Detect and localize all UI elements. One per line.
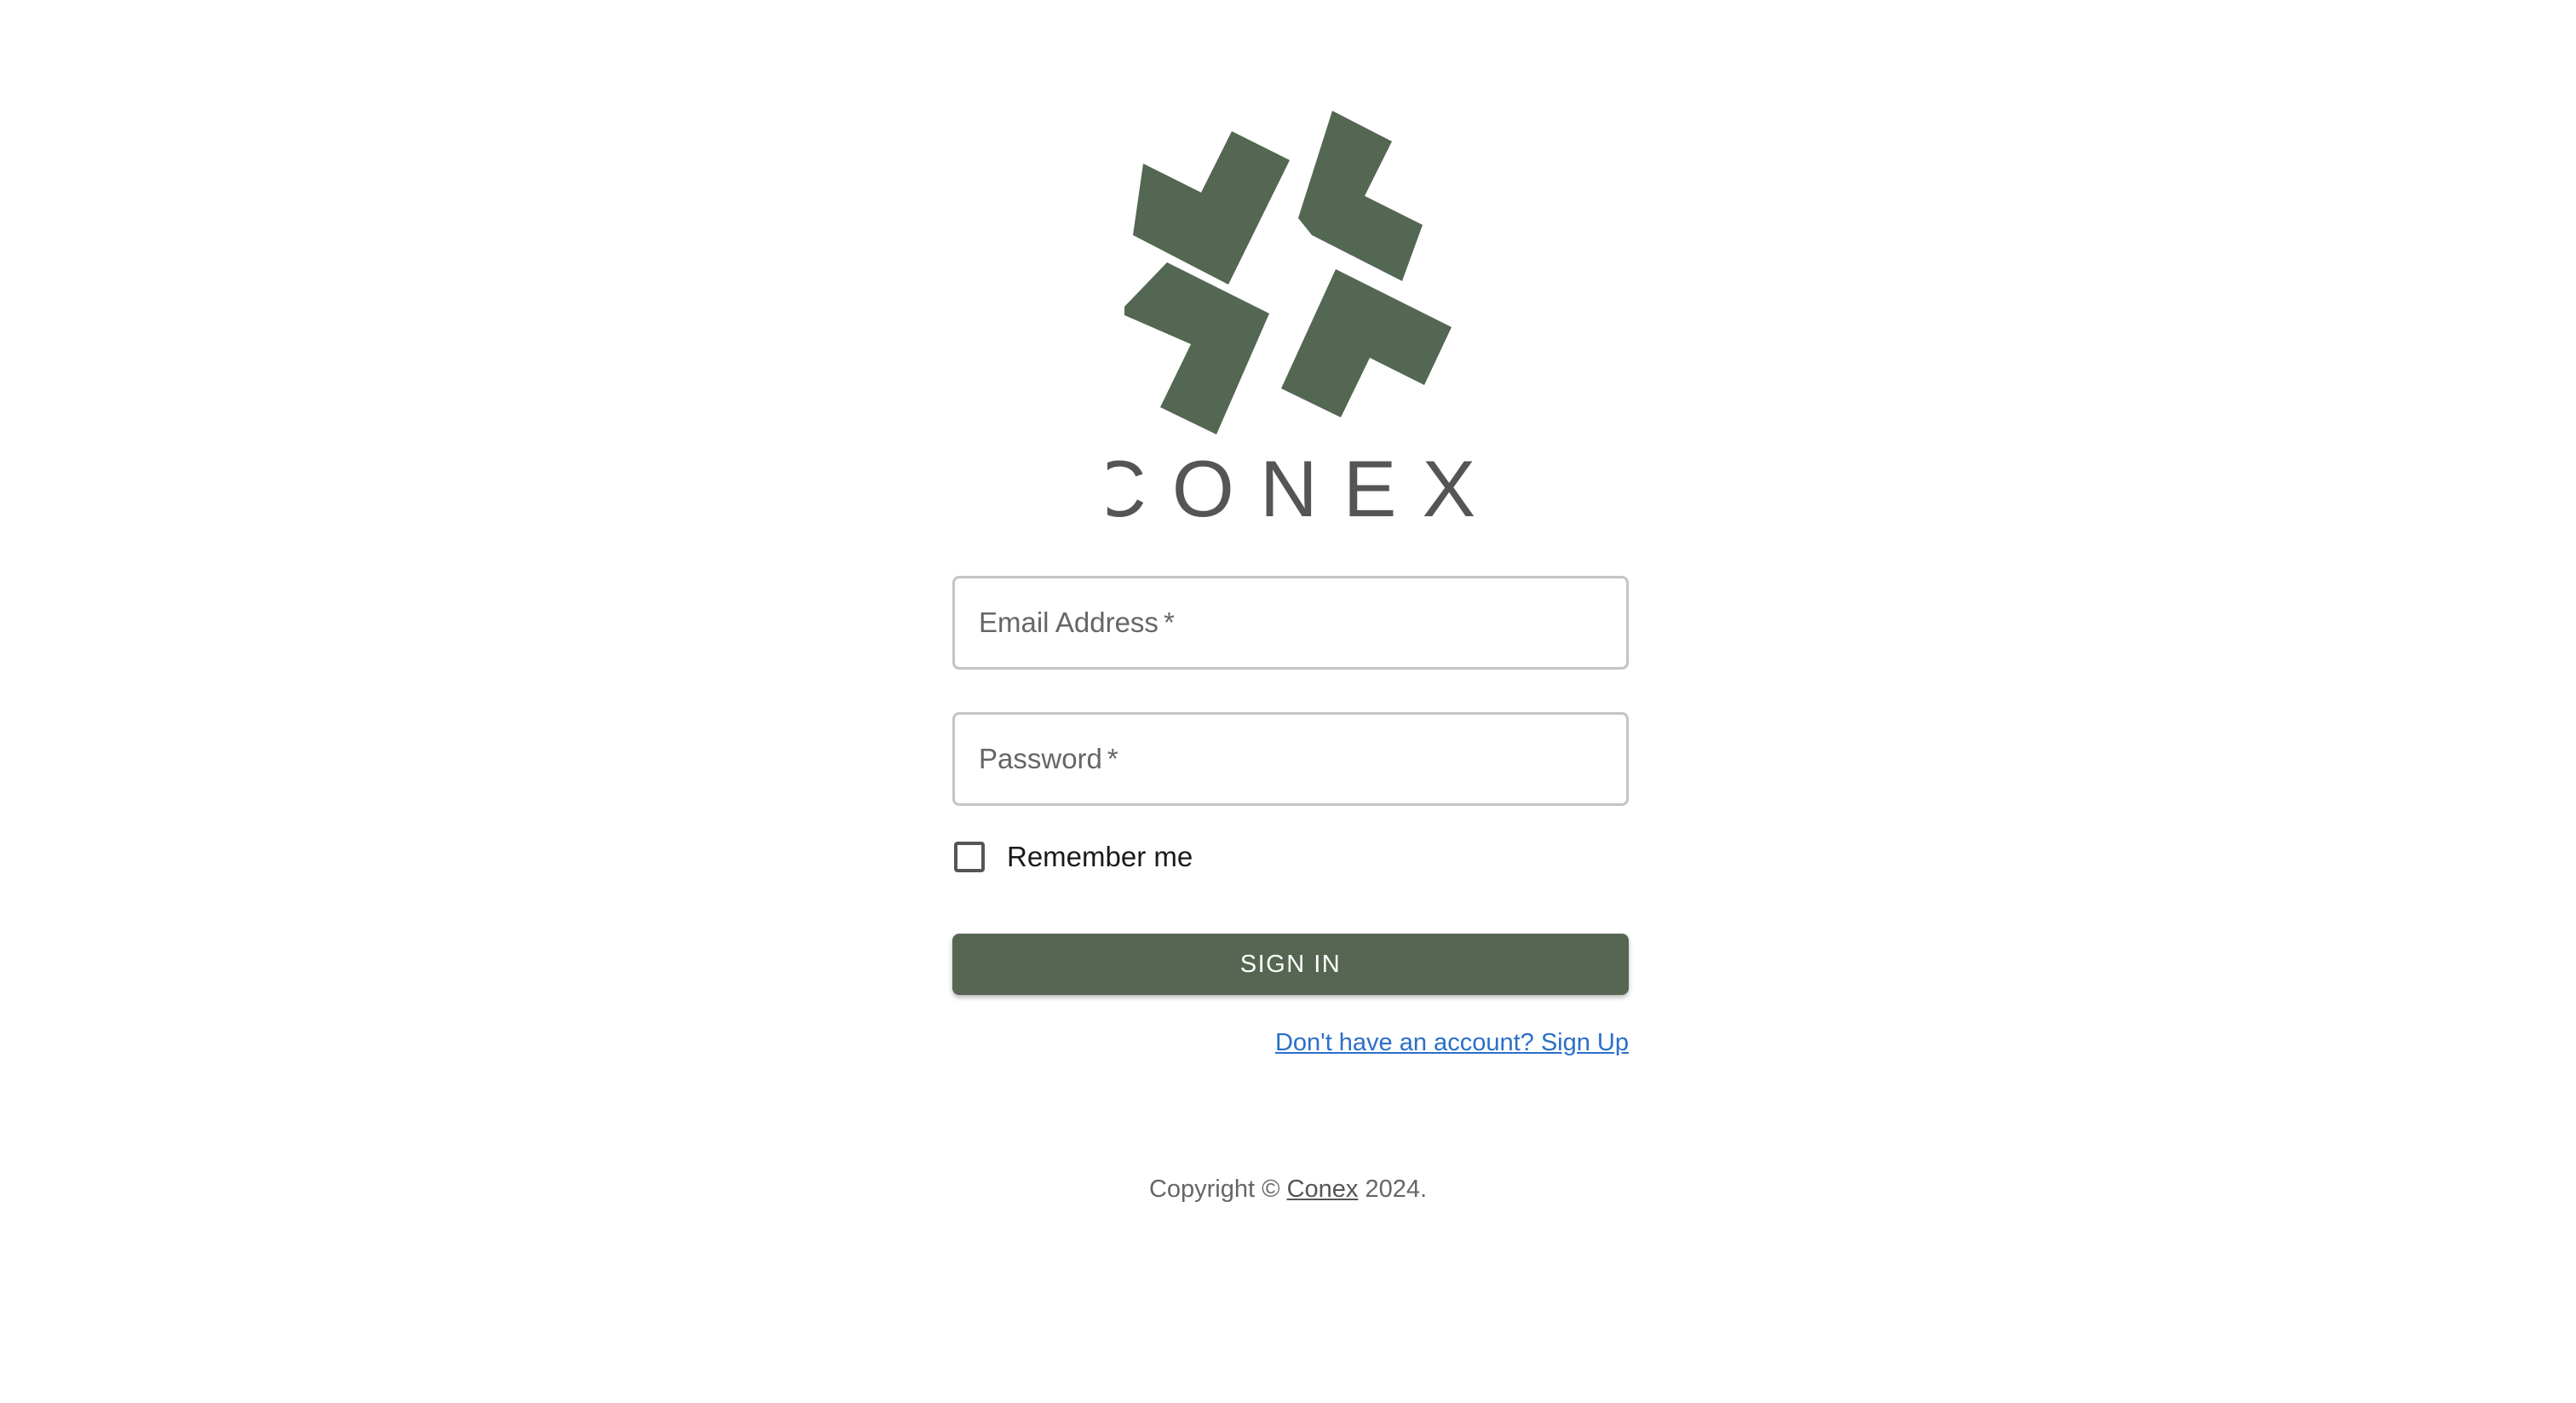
email-input[interactable] (955, 578, 1626, 667)
password-input[interactable] (955, 715, 1626, 803)
sign-in-page: CONEX Email Address * Password * Remember … (0, 0, 2576, 1403)
remember-me-label[interactable]: Remember me (1007, 841, 1193, 873)
copyright-footer: Copyright © Conex 2024. (0, 1176, 2576, 1204)
password-field[interactable]: Password * (952, 712, 1629, 806)
remember-me-row[interactable]: Remember me (952, 838, 1193, 876)
remember-me-checkbox[interactable] (954, 842, 985, 872)
sign-up-link[interactable]: Don't have an account? Sign Up (1275, 1029, 1629, 1057)
conex-logo-icon (1116, 104, 1474, 445)
sign-in-button[interactable]: SIGN IN (952, 934, 1629, 995)
email-field[interactable]: Email Address * (952, 576, 1629, 670)
copyright-prefix: Copyright © (1148, 1176, 1280, 1203)
conex-footer-link[interactable]: Conex (1287, 1176, 1359, 1203)
copyright-year: 2024. (1365, 1176, 1428, 1203)
brand-wordmark: CONEX (1107, 443, 1482, 528)
brand-wordmark-text: CONEX (1107, 444, 1482, 528)
